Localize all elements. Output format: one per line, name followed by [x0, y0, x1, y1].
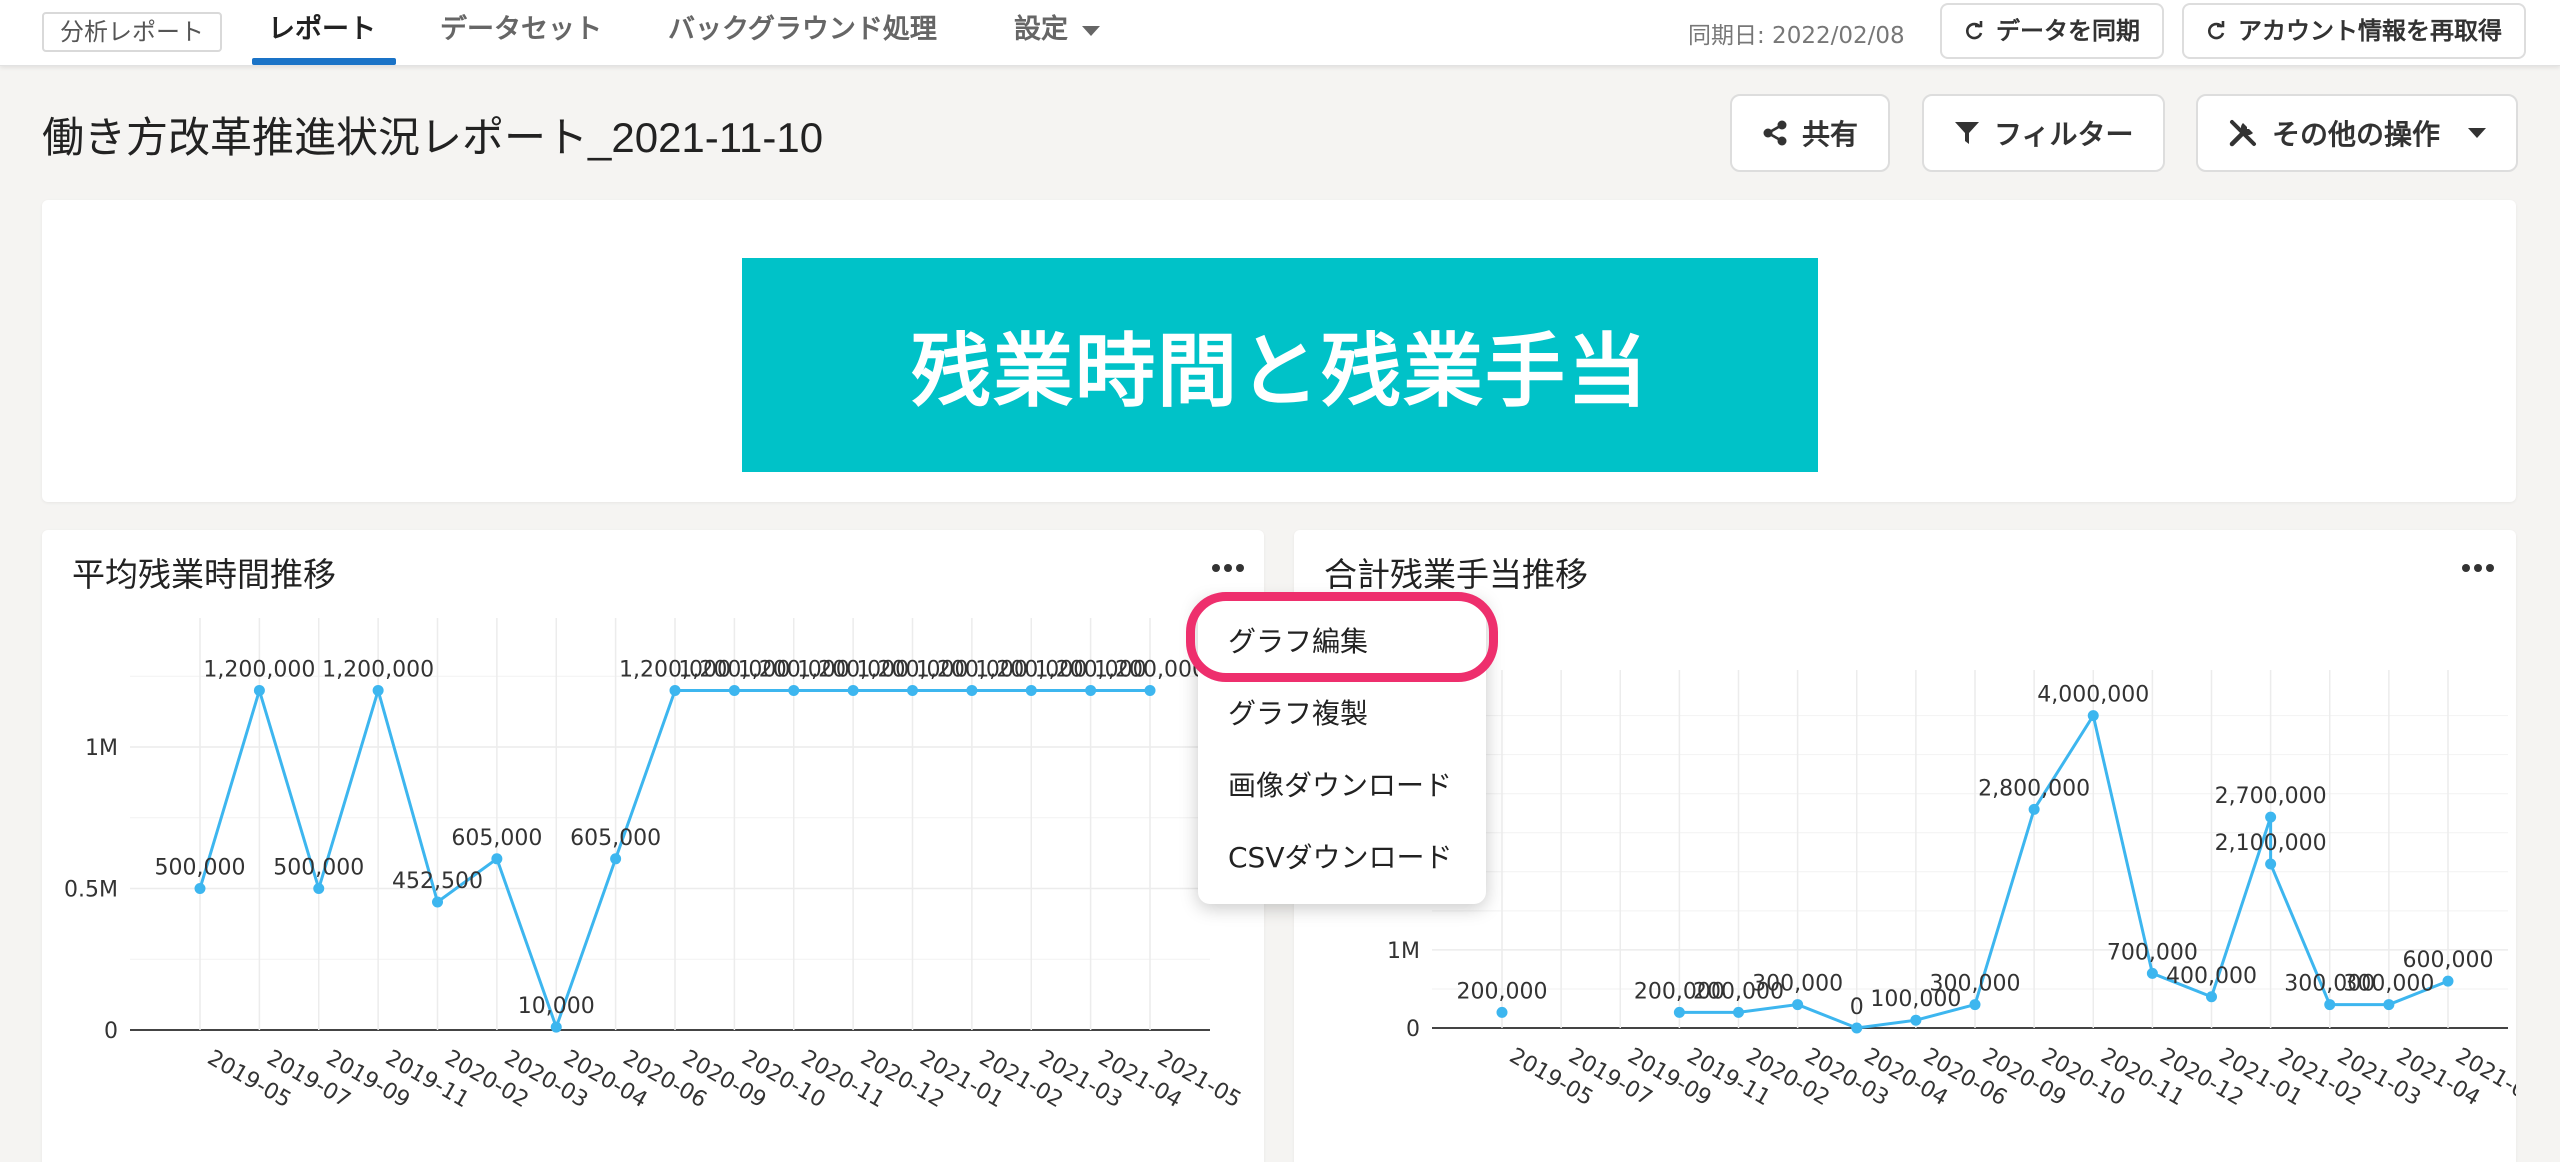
refresh-icon	[1966, 21, 1983, 40]
data-point	[2206, 991, 2217, 1003]
refresh-icon	[2208, 21, 2225, 40]
data-label: 0	[1850, 995, 1864, 1020]
y-tick-label: 0	[1406, 1017, 1420, 1042]
data-point	[2146, 967, 2158, 979]
data-point	[1733, 1006, 1744, 1018]
data-label: 300,000	[2343, 972, 2434, 997]
data-label: 605,000	[570, 826, 661, 851]
data-label: 200,000	[1457, 979, 1548, 1004]
data-point	[1851, 1022, 1863, 1034]
sync-date-label: 同期日: 2022/02/08	[1688, 23, 1905, 49]
data-point	[194, 883, 206, 895]
more-actions-button[interactable]: その他の操作	[2196, 94, 2519, 172]
banner-card: 残業時間と残業手当	[42, 200, 2516, 502]
share-icon	[1763, 120, 1787, 146]
data-label: 1,200,000	[1094, 657, 1206, 682]
active-tab-indicator	[252, 58, 396, 65]
data-label: 600,000	[2403, 948, 2494, 973]
data-point	[1144, 684, 1156, 696]
more-actions-label: その他の操作	[2272, 118, 2441, 151]
data-label: 452,500	[392, 869, 483, 894]
data-label: 1,200,000	[203, 657, 315, 682]
line-chart-avg-overtime: 00.5M1M2019-052019-072019-092019-112020-…	[64, 618, 1245, 1113]
data-point	[313, 883, 325, 895]
data-point	[1085, 684, 1097, 696]
menu-item-download-image[interactable]: 画像ダウンロード	[1228, 764, 1452, 804]
sync-data-button[interactable]: データを同期	[1940, 3, 2164, 59]
data-point	[788, 684, 800, 696]
share-label: 共有	[1802, 118, 1859, 151]
data-point	[2442, 975, 2454, 987]
data-point	[372, 684, 384, 696]
menu-item-duplicate-chart[interactable]: グラフ複製	[1228, 692, 1368, 732]
data-point	[1792, 999, 1804, 1011]
data-label: 4,000,000	[2037, 683, 2149, 708]
data-label: 1,200,000	[322, 657, 434, 682]
data-point	[966, 684, 978, 696]
sync-data-label: データを同期	[1996, 17, 2140, 45]
data-label: 300,000	[1930, 972, 2021, 997]
data-label: 700,000	[2107, 940, 2198, 965]
chevron-down-icon	[2468, 128, 2487, 138]
data-point	[2324, 999, 2336, 1011]
tab-report[interactable]: レポート	[268, 0, 376, 66]
data-point	[2265, 811, 2277, 823]
filter-button[interactable]: フィルター	[1922, 94, 2166, 172]
tab-dataset[interactable]: データセット	[440, 0, 602, 66]
data-point	[847, 684, 859, 696]
data-label: 500,000	[155, 856, 246, 881]
data-point	[550, 1021, 562, 1033]
reacquire-account-button[interactable]: アカウント情報を再取得	[2182, 3, 2526, 59]
tab-background-processing[interactable]: バックグラウンド処理	[668, 0, 937, 66]
data-point	[253, 684, 265, 696]
data-label: 500,000	[273, 856, 364, 881]
y-tick-label: 0.5M	[64, 878, 118, 903]
y-tick-label: 0	[104, 1019, 118, 1044]
tab-settings-label: 設定	[1014, 14, 1068, 45]
data-point	[491, 853, 503, 865]
data-point	[2087, 710, 2099, 722]
data-point	[669, 684, 681, 696]
data-point	[1969, 999, 1981, 1011]
share-button[interactable]: 共有	[1730, 94, 1891, 172]
chart-card-avg-overtime: 平均残業時間推移 0 0.5M 1M 2019-05 2019-07 2019-09 201…	[42, 530, 1264, 1162]
app-brand-badge[interactable]: 分析レポート	[42, 12, 222, 52]
y-tick-label: 1M	[1387, 939, 1420, 964]
page-title: 働き方改革推進状況レポート_2021-11-10	[42, 114, 824, 161]
data-point	[728, 684, 740, 696]
data-point	[432, 896, 443, 908]
filter-icon	[1955, 122, 1979, 144]
data-label: 400,000	[2166, 964, 2257, 989]
data-label: 10,000	[518, 994, 595, 1019]
reacquire-account-label: アカウント情報を再取得	[2238, 17, 2502, 45]
filter-label: フィルター	[1994, 118, 2134, 151]
y-tick-label: 1M	[85, 736, 118, 761]
data-label: 2,100,000	[2215, 831, 2327, 856]
data-point	[1910, 1014, 1922, 1026]
data-point	[1496, 1006, 1508, 1018]
section-banner: 残業時間と残業手当	[742, 258, 1818, 472]
data-point	[2028, 803, 2040, 815]
data-point	[610, 853, 622, 865]
data-point	[907, 684, 918, 696]
data-label: 300,000	[1752, 972, 1843, 997]
data-point	[1673, 1006, 1685, 1018]
data-point	[2383, 999, 2395, 1011]
tab-settings[interactable]: 設定	[1014, 0, 1100, 66]
data-point	[2265, 858, 2277, 870]
data-label: 605,000	[451, 826, 542, 851]
tools-icon	[2229, 120, 2256, 147]
chevron-down-icon	[1082, 25, 1100, 36]
data-label: 2,700,000	[2215, 784, 2327, 809]
highlight-annotation	[1186, 592, 1498, 682]
top-navigation: 分析レポート レポート データセット バックグラウンド処理 設定 同期日: 20…	[0, 0, 2560, 66]
data-point	[1025, 684, 1037, 696]
data-label: 2,800,000	[1978, 776, 2090, 801]
menu-item-download-csv[interactable]: CSVダウンロード	[1228, 836, 1452, 876]
